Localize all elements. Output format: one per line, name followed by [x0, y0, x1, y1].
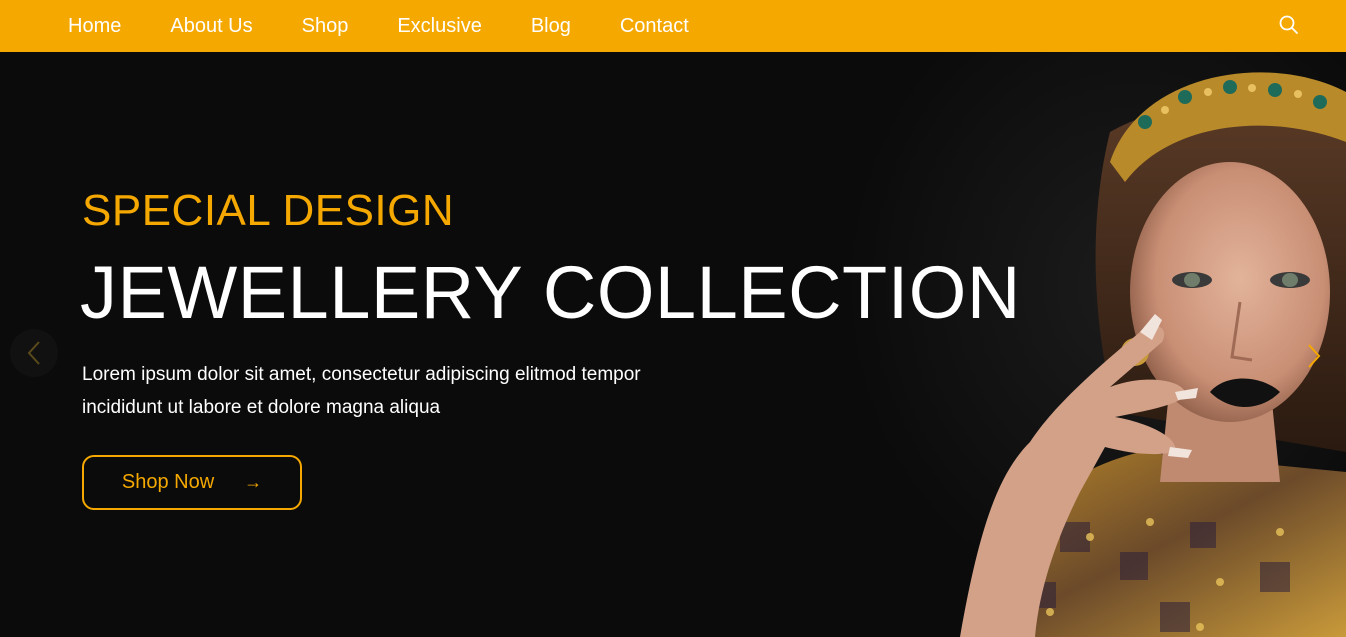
carousel-prev-button[interactable] — [10, 329, 58, 377]
hero-model-image — [960, 72, 1346, 637]
shop-now-button[interactable]: Shop Now → — [82, 455, 302, 510]
hero-headline: JEWELLERY COLLECTION — [80, 251, 1021, 334]
arrow-right-icon: → — [244, 472, 263, 492]
chevron-left-icon — [27, 341, 40, 365]
shop-now-label: Shop Now — [121, 471, 215, 493]
search-icon — [1279, 15, 1298, 34]
nav-link-blog[interactable]: Blog — [531, 0, 571, 52]
hero-description: Lorem ipsum dolor sit amet, consectetur … — [82, 358, 702, 424]
hero-description-line-1: Lorem ipsum dolor sit amet, consectetur … — [82, 364, 641, 385]
nav-link-shop[interactable]: Shop — [302, 0, 349, 52]
top-navbar: Home About Us Shop Exclusive Blog Contac… — [0, 0, 1346, 52]
nav-link-exclusive[interactable]: Exclusive — [397, 0, 481, 52]
hero-description-line-2: incididunt ut labore et dolore magna ali… — [82, 397, 441, 418]
carousel-next-button[interactable] — [1300, 342, 1328, 370]
nav-link-home[interactable]: Home — [68, 0, 121, 52]
search-button[interactable] — [1278, 14, 1300, 36]
nav-link-about-us[interactable]: About Us — [170, 0, 252, 52]
nav-link-contact[interactable]: Contact — [620, 0, 689, 52]
hero-eyebrow: SPECIAL DESIGN — [82, 186, 455, 235]
hero-banner: SPECIAL DESIGN JEWELLERY COLLECTION Lore… — [0, 52, 1346, 637]
nav-links: Home About Us Shop Exclusive Blog Contac… — [68, 0, 738, 52]
chevron-right-icon — [1308, 344, 1321, 368]
